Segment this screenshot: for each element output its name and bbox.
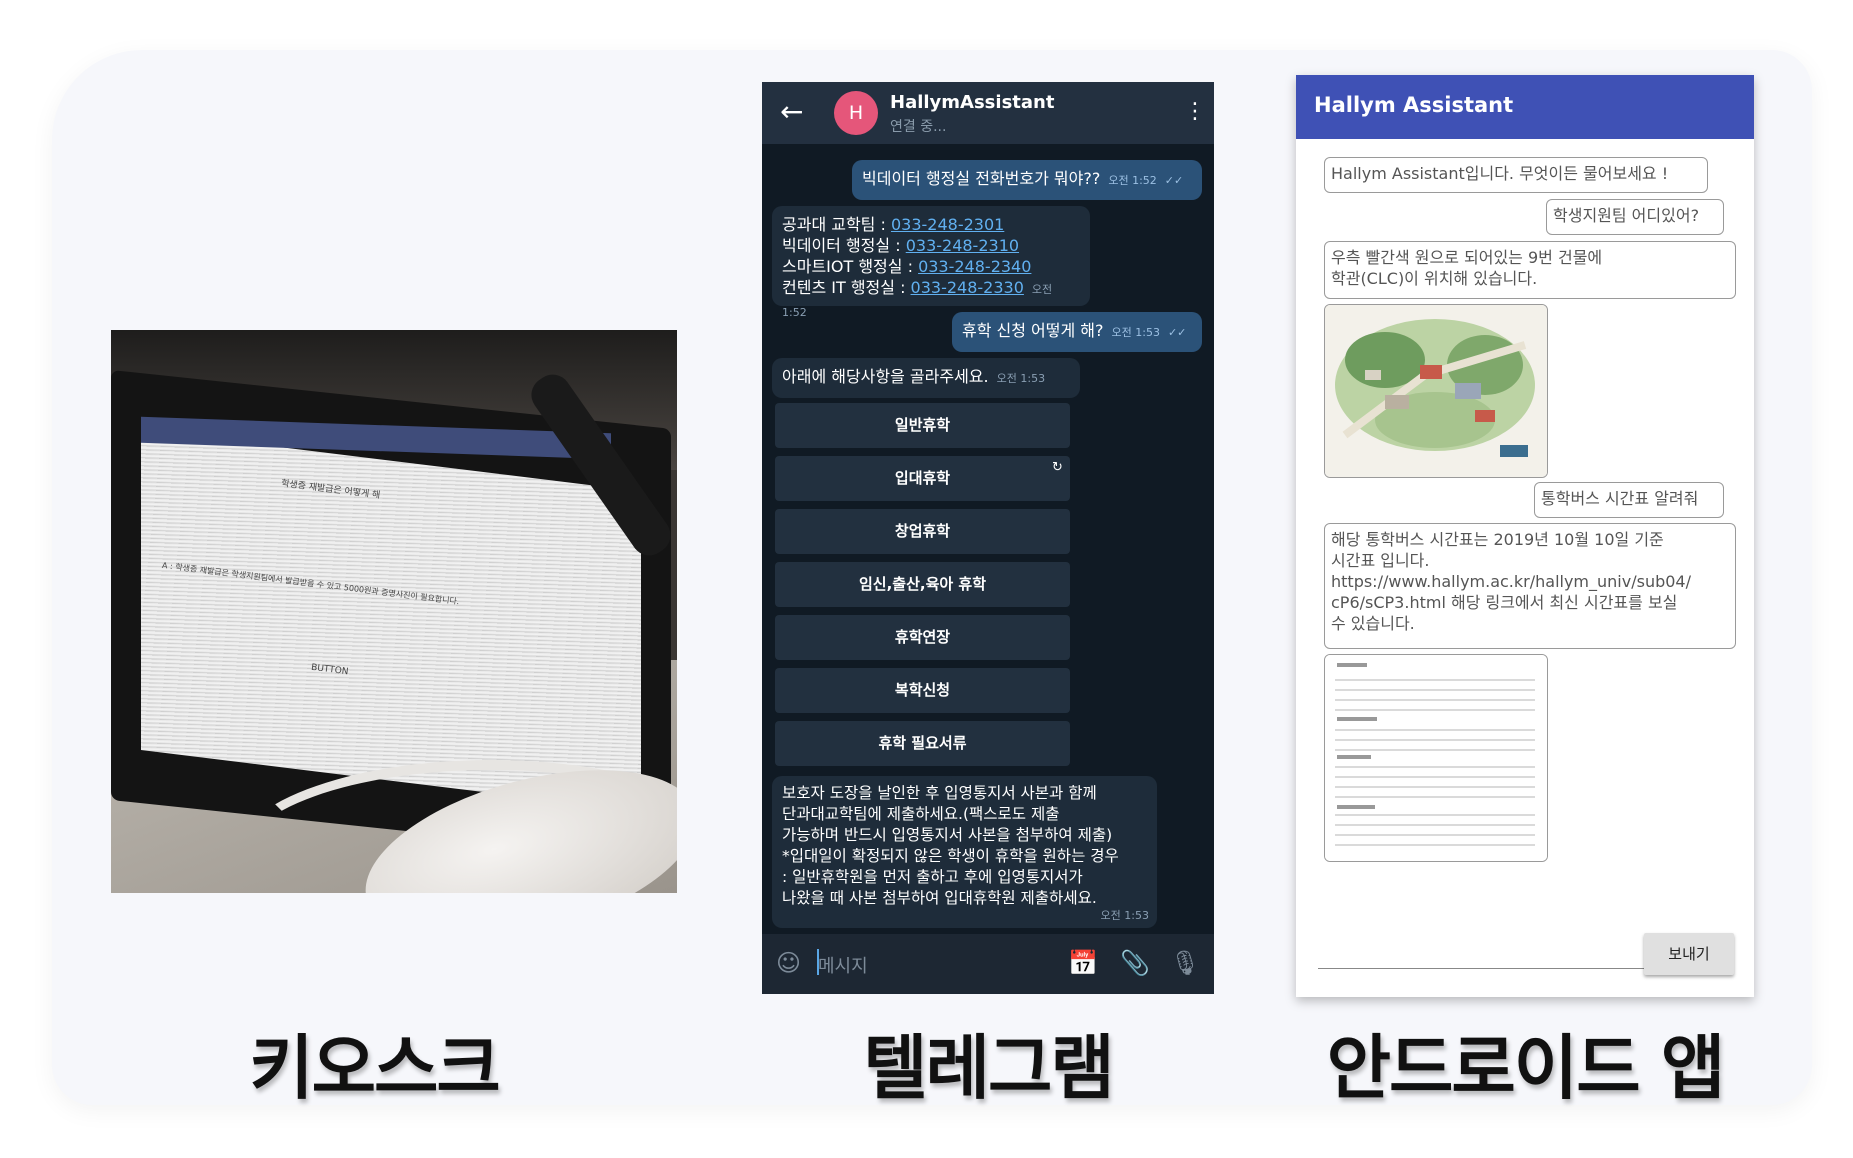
message-input[interactable]: 메시지 (818, 952, 868, 978)
message-text: 빅데이터 행정실 전화번호가 뭐야?? (862, 169, 1101, 188)
message-outgoing: 빅데이터 행정실 전화번호가 뭐야?? 오전 1:52 ✓✓ (852, 160, 1202, 200)
telegram-label: 텔레그램 (863, 1027, 1115, 1109)
app-bar: Hallym Assistant (1296, 75, 1754, 139)
kiosk-label: 키오스크 (249, 1027, 501, 1109)
message-text: 보호자 도장을 날인한 후 입영통지서 사본과 함께 단과대교학팀에 제출하세요… (782, 784, 1119, 907)
android-label: 안드로이드 앱 (1326, 1027, 1726, 1109)
telegram-header: ← H HallymAssistant 연결 중... ⋮ (762, 82, 1214, 144)
phone-link[interactable]: 033-248-2301 (891, 215, 1004, 234)
android-screen: Hallym Assistant Hallym Assistant입니다. 무엇… (1296, 75, 1754, 997)
message-time: 오전 1:53 (1100, 909, 1149, 922)
keyboard-button[interactable]: 복학신청 (775, 668, 1070, 713)
message-text: 아래에 해당사항을 골라주세요. (782, 367, 989, 386)
message-incoming: 보호자 도장을 날인한 후 입영통지서 사본과 함께 단과대교학팀에 제출하세요… (772, 776, 1157, 928)
message-incoming: 아래에 해당사항을 골라주세요. 오전 1:53 (772, 358, 1080, 398)
keyboard-button[interactable]: 휴학 필요서류 (775, 721, 1070, 766)
message-input-bar: ☺ 메시지 📅 📎 🎙 (762, 934, 1214, 994)
campus-map-illustration (1325, 305, 1547, 477)
bot-message: Hallym Assistant입니다. 무엇이든 물어보세요 ! (1324, 157, 1708, 193)
message-time: 오전 1:52 (1108, 174, 1157, 187)
phone-label: 컨텐츠 IT 행정실 : (782, 278, 911, 297)
user-message: 통학버스 시간표 알려줘 (1534, 482, 1724, 518)
telegram-screen: ← H HallymAssistant 연결 중... ⋮ 빅데이터 행정실 전… (762, 82, 1214, 994)
kiosk-photo: 학생증 재발급은 어떻게 해 A : 학생증 재발급은 학생지원팀에서 발급받을… (111, 330, 677, 893)
phone-label: 공과대 교학팀 : (782, 215, 891, 234)
phone-label: 빅데이터 행정실 : (782, 236, 906, 255)
connection-status: 연결 중... (890, 119, 947, 135)
phone-link[interactable]: 033-248-2330 (911, 278, 1024, 297)
bus-timetable-image[interactable] (1324, 654, 1548, 862)
app-title: Hallym Assistant (1314, 93, 1514, 117)
phone-link[interactable]: 033-248-2310 (906, 236, 1019, 255)
user-message: 학생지원팀 어디있어? (1546, 199, 1724, 235)
message-input[interactable] (1318, 968, 1648, 969)
read-check-icon: ✓✓ (1164, 174, 1184, 187)
read-check-icon: ✓✓ (1167, 326, 1187, 339)
chat-name: HallymAssistant (890, 92, 1055, 113)
message-incoming: 공과대 교학팀 : 033-248-2301 빅데이터 행정실 : 033-24… (772, 206, 1090, 319)
emoji-icon[interactable]: ☺ (776, 950, 801, 976)
keyboard-button[interactable]: 임신,출산,육아 휴학 (775, 562, 1070, 607)
more-menu-icon[interactable]: ⋮ (1184, 98, 1206, 126)
calendar-icon[interactable]: 📅 (1068, 950, 1098, 976)
microphone-icon[interactable]: 🎙 (1170, 950, 1200, 976)
bot-message: 우측 빨간색 원으로 되어있는 9번 건물에 학관(CLC)이 위치해 있습니다… (1324, 241, 1736, 299)
attach-icon[interactable]: 📎 (1120, 950, 1150, 976)
keyboard-button[interactable]: 휴학연장 (775, 615, 1070, 660)
phone-label: 스마트IOT 행정실 : (782, 257, 919, 276)
send-button[interactable]: 보내기 (1644, 933, 1734, 975)
keyboard-button[interactable]: 입대휴학 (775, 456, 1070, 501)
campus-map-image[interactable] (1324, 304, 1548, 478)
bot-message: 해당 통학버스 시간표는 2019년 10월 10일 기준 시간표 입니다. h… (1324, 523, 1736, 649)
loading-icon: ↻ (1052, 460, 1063, 475)
message-text: 휴학 신청 어떻게 해? (962, 321, 1104, 340)
message-time: 오전 1:53 (1111, 326, 1160, 339)
phone-line: 스마트IOT 행정실 : 033-248-2340 (782, 256, 1080, 277)
timetable-illustration (1325, 655, 1547, 861)
kiosk-screen (141, 430, 641, 812)
phone-line: 빅데이터 행정실 : 033-248-2310 (782, 235, 1080, 256)
phone-link[interactable]: 033-248-2340 (918, 257, 1031, 276)
keyboard-button[interactable]: 창업휴학 (775, 509, 1070, 554)
avatar[interactable]: H (834, 91, 878, 135)
message-time: 오전 1:53 (996, 372, 1046, 385)
phone-line: 공과대 교학팀 : 033-248-2301 (782, 214, 1080, 235)
message-outgoing: 휴학 신청 어떻게 해? 오전 1:53 ✓✓ (952, 312, 1202, 352)
back-arrow-icon[interactable]: ← (780, 98, 803, 126)
keyboard-button[interactable]: 일반휴학 (775, 403, 1070, 448)
